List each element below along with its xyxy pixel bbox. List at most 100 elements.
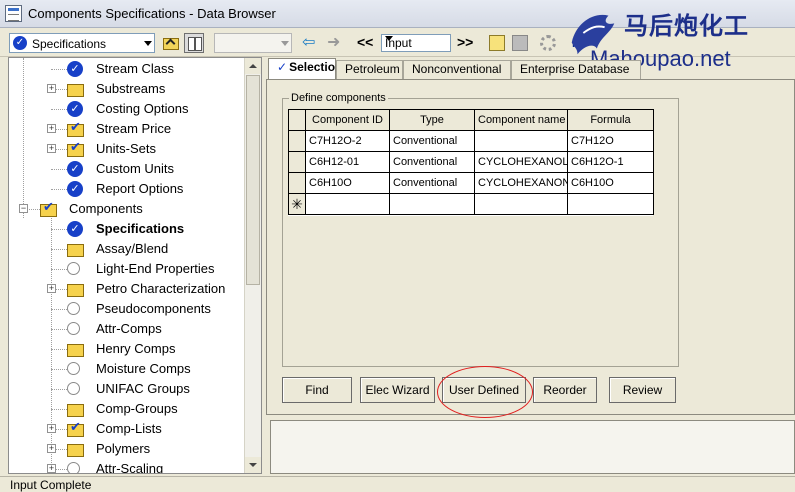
navigation-tree[interactable]: ✓ Stream Class + Substreams ✓ Costing Options… [8, 57, 262, 474]
type-cell[interactable]: Conventional [389, 130, 475, 152]
tree-item-polymers[interactable]: + Polymers [9, 439, 245, 459]
expand-icon[interactable]: + [47, 444, 56, 453]
tree-item-pseudocomponents[interactable]: Pseudocomponents [9, 299, 245, 319]
tree-item-components[interactable]: − Components [9, 199, 245, 219]
calculator-icon[interactable] [512, 35, 528, 51]
scroll-up-icon[interactable] [245, 58, 261, 74]
type-cell[interactable]: Conventional [389, 172, 475, 194]
notes-icon[interactable] [489, 35, 505, 51]
component-id-cell[interactable]: C7H12O-2 [305, 130, 390, 152]
new-row[interactable]: ✳ [288, 193, 654, 215]
tree-item-label: Custom Units [96, 161, 175, 176]
tab-strip: ✓ Selection Petroleum Nonconventional Ent… [266, 58, 795, 80]
tab-selection[interactable]: ✓ Selection [268, 58, 342, 80]
tab-petroleum[interactable]: Petroleum [336, 60, 403, 79]
tab-label: Petroleum [345, 62, 400, 76]
table-row[interactable]: C6H12-01 Conventional CYCLOHEXANOL C6H12… [288, 151, 654, 173]
tree-item-custom-units[interactable]: ✓ Custom Units [9, 159, 245, 179]
component-name-cell[interactable]: CYCLOHEXANOL [474, 151, 568, 173]
folder-icon [67, 281, 84, 297]
tree-item-report-options[interactable]: ✓ Report Options [9, 179, 245, 199]
tree-item-label: Attr-Comps [96, 321, 162, 336]
table-row[interactable]: C6H10O Conventional CYCLOHEXANONE C6H10O [288, 172, 654, 194]
tree-item-petro-characterization[interactable]: + Petro Characterization [9, 279, 245, 299]
row-selector[interactable] [288, 172, 306, 194]
component-id-cell[interactable] [305, 193, 390, 215]
scroll-thumb[interactable] [246, 75, 260, 285]
toggle-panes-icon[interactable] [184, 33, 204, 53]
find-button[interactable]: Find [282, 377, 352, 403]
folder-icon [67, 241, 84, 257]
review-button[interactable]: Review [609, 377, 676, 403]
component-name-cell[interactable] [474, 130, 568, 152]
expand-icon[interactable]: + [47, 144, 56, 153]
tab-enterprise-database[interactable]: Enterprise Database [511, 60, 641, 79]
folder-up-icon[interactable] [160, 33, 180, 53]
components-grid[interactable]: Component ID Type Component name Formula… [288, 109, 654, 216]
tree-item-label: Stream Class [96, 61, 175, 76]
mode-select[interactable]: Input [381, 34, 451, 52]
tree-item-stream-price[interactable]: + Stream Price [9, 119, 245, 139]
collapse-icon[interactable]: − [19, 204, 28, 213]
expand-icon[interactable]: + [47, 284, 56, 293]
column-header[interactable]: Component name [474, 109, 568, 131]
tree-connector [51, 229, 67, 230]
previous-form-button[interactable]: << [357, 34, 373, 50]
component-id-cell[interactable]: C6H12-01 [305, 151, 390, 173]
type-cell[interactable] [389, 193, 475, 215]
reorder-button[interactable]: Reorder [533, 377, 597, 403]
column-header[interactable]: Formula [567, 109, 654, 131]
column-header[interactable]: Component ID [305, 109, 390, 131]
row-selector[interactable] [288, 151, 306, 173]
scroll-down-icon[interactable] [245, 457, 261, 473]
expand-icon[interactable]: + [47, 464, 56, 473]
tree-item-comp-groups[interactable]: Comp-Groups [9, 399, 245, 419]
expand-icon[interactable]: + [47, 424, 56, 433]
tree-item-label: Attr-Scaling [96, 461, 164, 474]
type-cell[interactable]: Conventional [389, 151, 475, 173]
tree-item-comp-lists[interactable]: + Comp-Lists [9, 419, 245, 439]
tree-connector [51, 269, 67, 270]
tree-item-substreams[interactable]: + Substreams [9, 79, 245, 99]
tree-item-label: Report Options [96, 181, 184, 196]
row-selector[interactable] [288, 130, 306, 152]
data-browser-icon [5, 5, 22, 22]
back-arrow-icon[interactable]: ⇦ [302, 33, 315, 53]
tree-item-light-end-properties[interactable]: Light-End Properties [9, 259, 245, 279]
section-select [214, 33, 292, 53]
user-defined-button[interactable]: User Defined [442, 377, 526, 403]
component-id-cell[interactable]: C6H10O [305, 172, 390, 194]
column-header[interactable]: Type [389, 109, 475, 131]
formula-cell[interactable]: C6H10O [567, 172, 654, 194]
forward-arrow-icon[interactable]: ➜ [327, 33, 340, 53]
empty-icon [67, 322, 80, 335]
formula-cell[interactable]: C7H12O [567, 130, 654, 152]
tab-nonconventional[interactable]: Nonconventional [403, 60, 511, 79]
new-row-marker-icon: ✳ [288, 193, 306, 215]
formula-cell[interactable]: C6H12O-1 [567, 151, 654, 173]
tree-item-attr-comps[interactable]: Attr-Comps [9, 319, 245, 339]
component-name-cell[interactable]: CYCLOHEXANONE [474, 172, 568, 194]
tree-item-stream-class[interactable]: ✓ Stream Class [9, 59, 245, 79]
table-row[interactable]: C7H12O-2 Conventional C7H12O [288, 130, 654, 152]
tree-item-unifac-groups[interactable]: UNIFAC Groups [9, 379, 245, 399]
component-name-cell[interactable] [474, 193, 568, 215]
expand-icon[interactable]: + [47, 124, 56, 133]
tab-label: Nonconventional [412, 62, 502, 76]
expand-icon[interactable]: + [47, 84, 56, 93]
complete-check-icon: ✓ [13, 36, 27, 50]
tree-item-units-sets[interactable]: + Units-Sets [9, 139, 245, 159]
form-select[interactable]: ✓ Specifications [9, 33, 155, 53]
formula-cell[interactable] [567, 193, 654, 215]
tree-item-specifications[interactable]: ✓ Specifications [9, 219, 245, 239]
gear-icon[interactable] [540, 35, 556, 51]
elec-wizard-button[interactable]: Elec Wizard [360, 377, 435, 403]
tree-item-assay-blend[interactable]: Assay/Blend [9, 239, 245, 259]
tree-item-costing-options[interactable]: ✓ Costing Options [9, 99, 245, 119]
tree-item-label: UNIFAC Groups [96, 381, 190, 396]
tree-item-attr-scaling[interactable]: + Attr-Scaling [9, 459, 245, 474]
tree-item-henry-comps[interactable]: Henry Comps [9, 339, 245, 359]
next-form-button[interactable]: >> [457, 34, 473, 50]
tree-scrollbar[interactable] [244, 58, 261, 473]
tree-item-moisture-comps[interactable]: Moisture Comps [9, 359, 245, 379]
